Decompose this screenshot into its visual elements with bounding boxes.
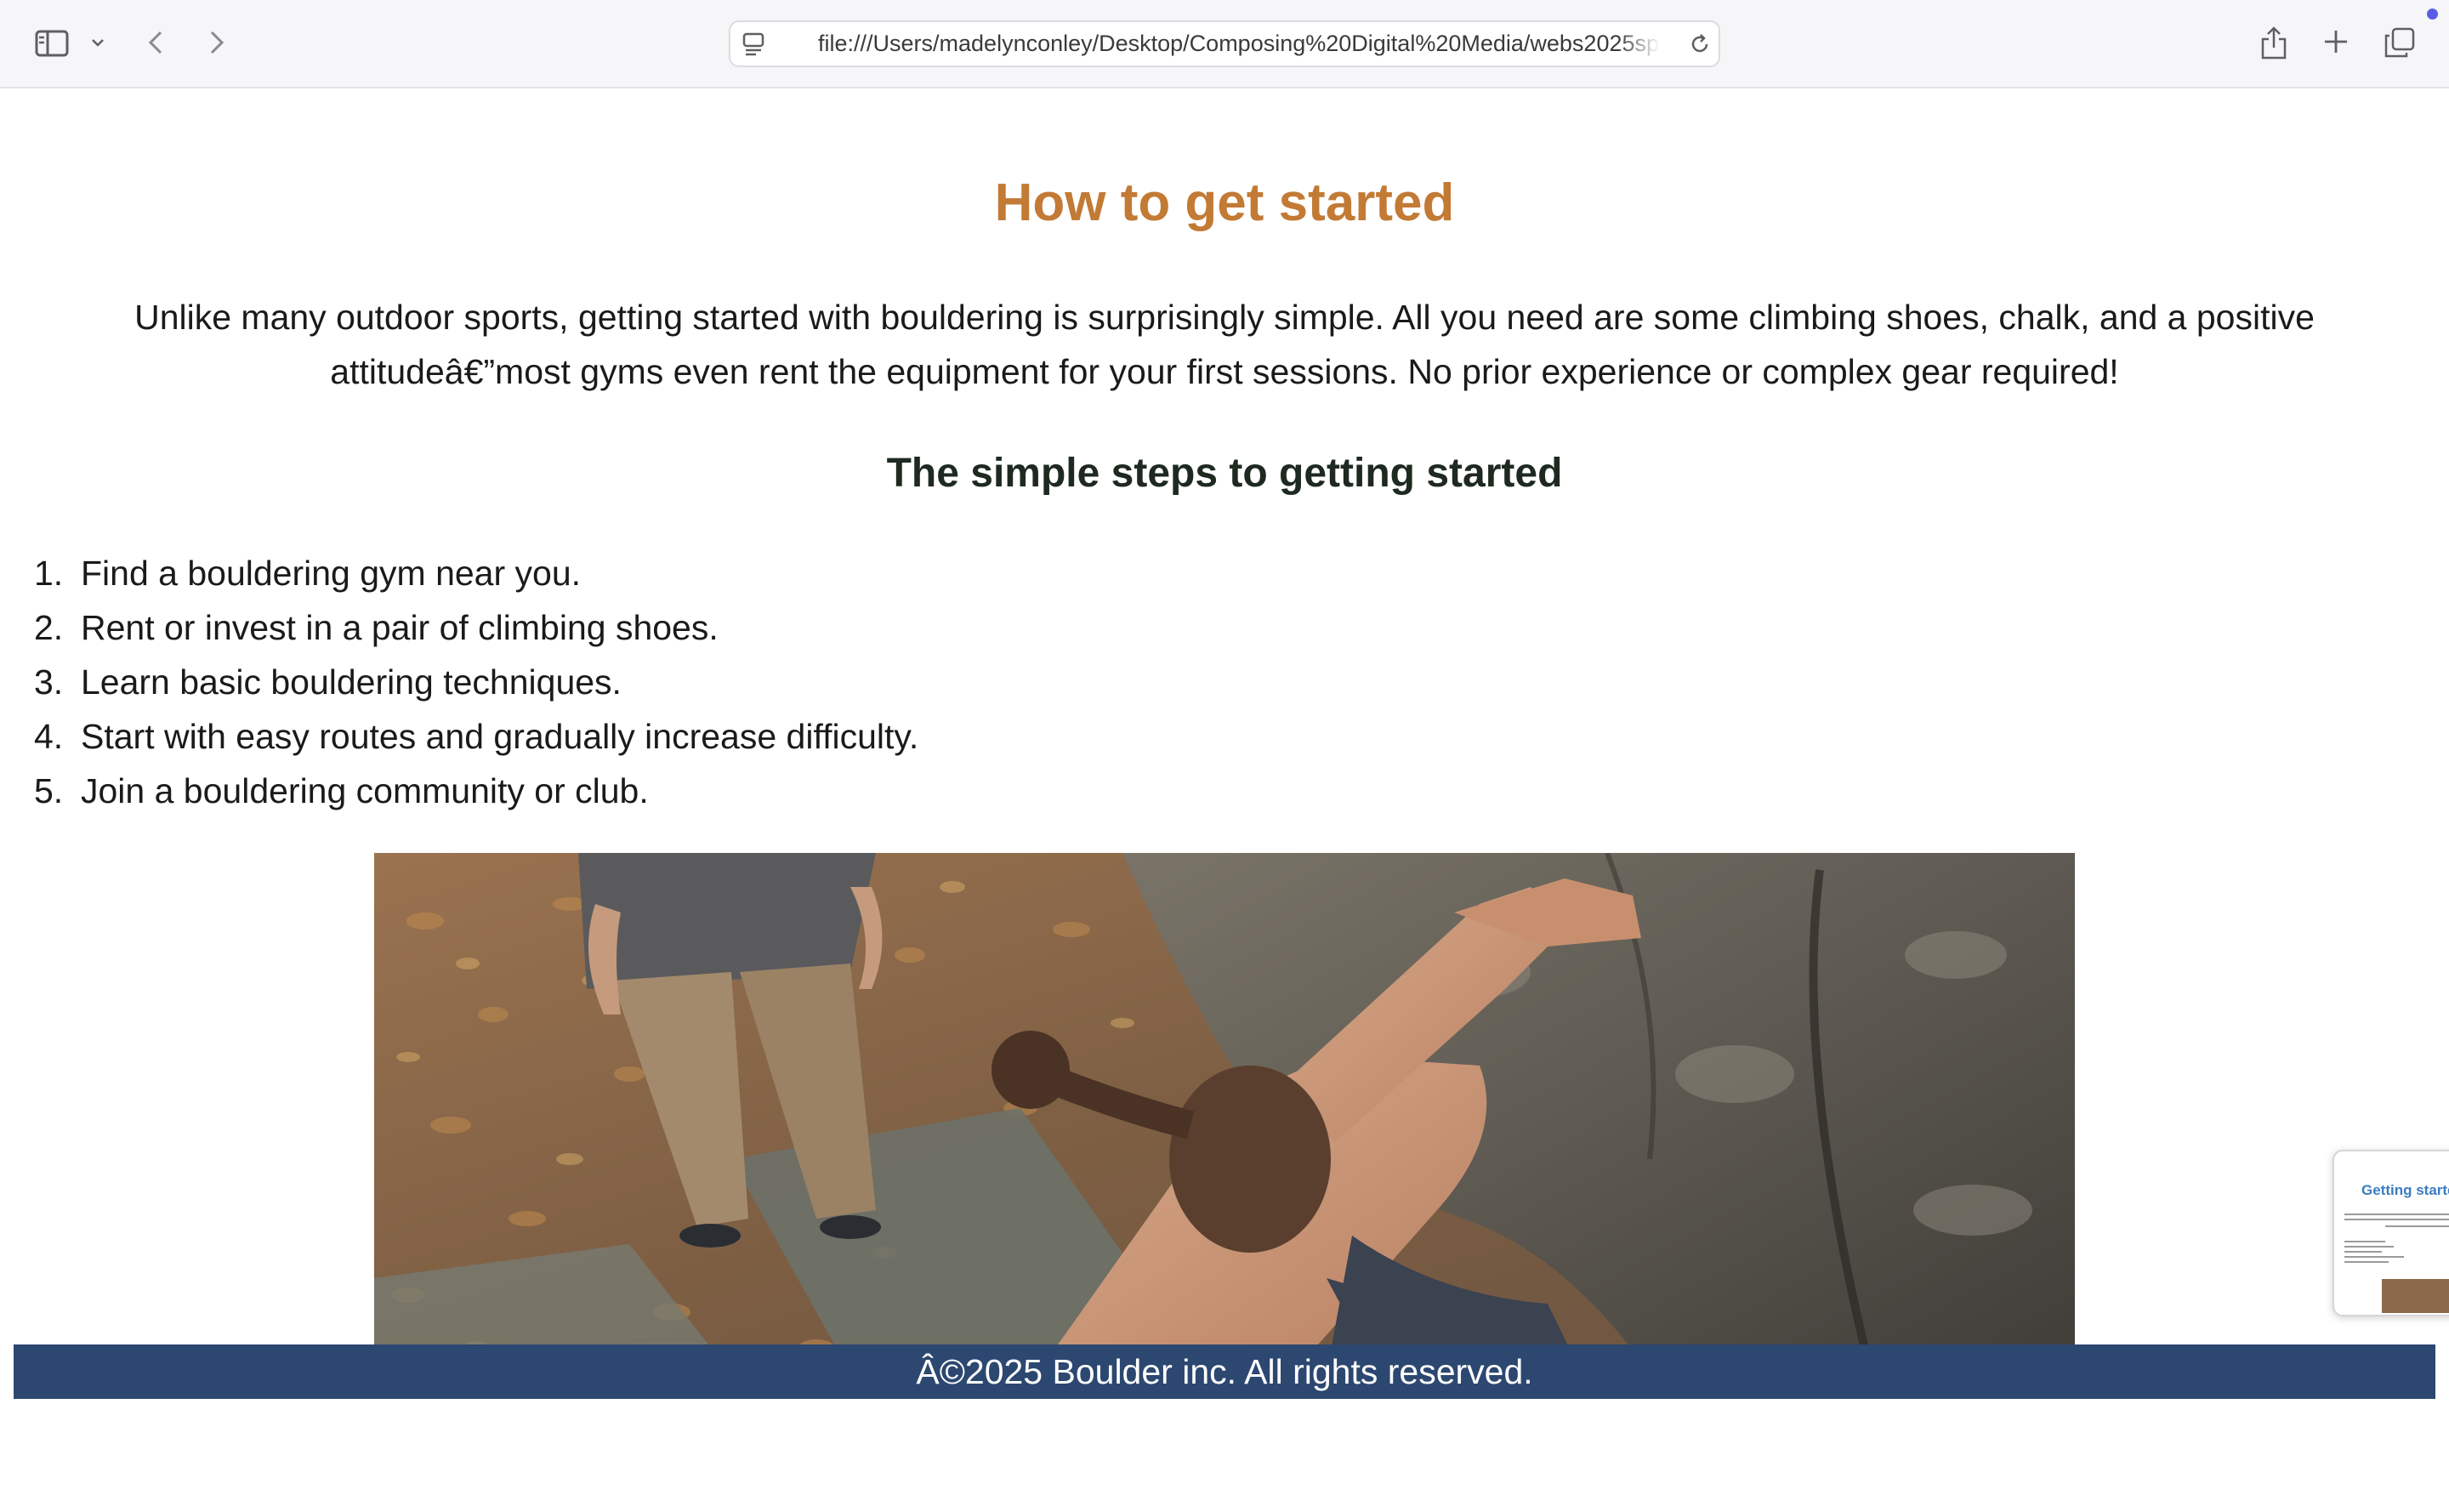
- step-text: Find a bouldering gym near you.: [81, 554, 582, 593]
- bouldering-photo: [374, 853, 2075, 1373]
- page-title: How to get started: [994, 173, 1455, 232]
- step-number: 4.: [34, 717, 64, 756]
- page-footer: Â©2025 Boulder inc. All rights reserved.: [14, 1344, 2435, 1399]
- step-text: Join a bouldering community or club.: [81, 771, 649, 810]
- page-thumbnail-preview[interactable]: Getting started: [2333, 1150, 2449, 1316]
- url-text[interactable]: file:///Users/madelynconley/Desktop/Comp…: [818, 22, 1660, 65]
- step-text: Rent or invest in a pair of climbing sho…: [81, 608, 719, 647]
- page-menu-icon[interactable]: [739, 31, 768, 58]
- sidebar-icon[interactable]: [32, 26, 71, 61]
- step-number: 2.: [34, 608, 64, 647]
- step-number: 5.: [34, 771, 64, 810]
- intro-paragraph: Unlike many outdoor sports, getting star…: [134, 298, 2315, 391]
- back-icon[interactable]: [143, 26, 168, 60]
- browser-toolbar: file:///Users/madelynconley/Desktop/Comp…: [0, 0, 2449, 88]
- share-icon[interactable]: [2259, 24, 2289, 61]
- chevron-down-icon[interactable]: [88, 32, 108, 53]
- forward-icon[interactable]: [204, 26, 230, 60]
- step-text: Learn basic bouldering techniques.: [81, 662, 622, 702]
- section-subtitle: The simple steps to getting started: [886, 451, 1563, 496]
- reload-icon[interactable]: [1688, 32, 1712, 56]
- step-number: 3.: [34, 662, 64, 702]
- step-number: 1.: [34, 554, 64, 593]
- tabs-overview-icon[interactable]: [2383, 26, 2417, 60]
- page-content: How to get started Unlike many outdoor s…: [0, 88, 2449, 1512]
- notification-dot: [2427, 9, 2438, 20]
- address-bar[interactable]: file:///Users/madelynconley/Desktop/Comp…: [729, 20, 1720, 67]
- step-text: Start with easy routes and gradually inc…: [81, 717, 919, 756]
- plus-icon[interactable]: [2321, 27, 2350, 56]
